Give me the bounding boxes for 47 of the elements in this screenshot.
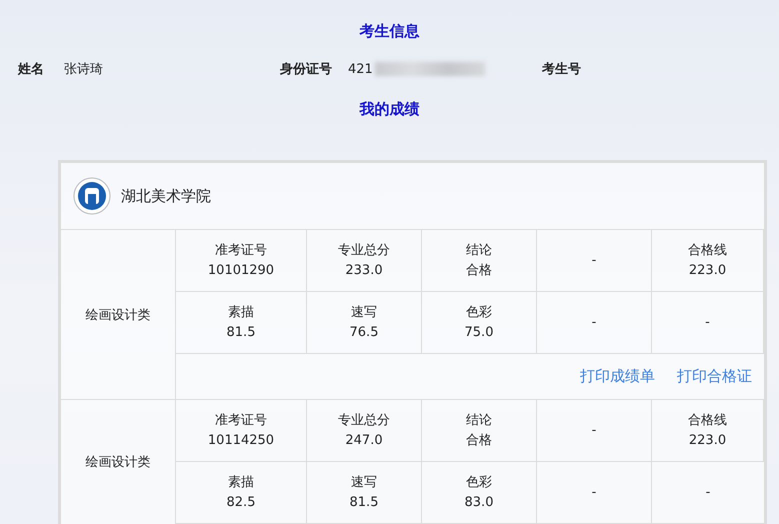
field-value: 421: [348, 62, 373, 76]
score-value: 81.5: [226, 324, 256, 342]
score-value: 合格: [466, 262, 492, 280]
score-value: -: [705, 314, 710, 332]
score-value: -: [706, 484, 710, 502]
score-label: 准考证号: [215, 242, 267, 260]
score-label: 结论: [466, 412, 492, 430]
score-label: 准考证号: [215, 412, 267, 430]
score-label: 色彩: [466, 304, 492, 322]
score-label: 色彩: [466, 474, 492, 492]
score-label: 素描: [228, 304, 254, 322]
score-value: -: [592, 422, 596, 440]
school-logo-icon: [73, 177, 111, 215]
score-value: 合格: [466, 432, 492, 450]
score-label: 结论: [466, 242, 492, 260]
score-value: 76.5: [350, 324, 378, 342]
score-value: 83.0: [464, 494, 494, 512]
score-value: 10114250: [208, 432, 274, 450]
score-value: 223.0: [688, 432, 726, 450]
score-label: 专业总分: [338, 242, 390, 260]
score-value: 82.5: [226, 494, 256, 512]
score-value: 247.0: [345, 432, 383, 450]
section-title: 我的成绩: [360, 100, 420, 118]
field-label: 考生号: [542, 61, 581, 78]
category-label: 绘画设计类: [86, 454, 150, 471]
field-label: 身份证号: [280, 61, 332, 78]
score-label: 素描: [228, 474, 254, 492]
score-value: 233.0: [345, 262, 383, 280]
score-value: -: [592, 314, 596, 332]
print-link[interactable]: 打印合格证: [677, 367, 752, 386]
score-value: 223.0: [688, 262, 726, 280]
field-value: 张诗琦: [64, 61, 103, 78]
category-label: 绘画设计类: [86, 306, 150, 324]
score-label: 速写: [351, 304, 377, 322]
school-name: 湖北美术学院: [121, 186, 211, 206]
score-value: 81.5: [350, 494, 378, 512]
section-title: 考生信息: [360, 22, 420, 40]
score-label: 合格线: [688, 412, 727, 430]
score-value: 75.0: [464, 324, 494, 342]
score-label: 专业总分: [338, 412, 390, 430]
score-label: 合格线: [688, 242, 727, 260]
field-label: 姓名: [18, 61, 44, 78]
score-label: 速写: [351, 474, 377, 492]
score-value: -: [592, 484, 596, 502]
score-value: -: [592, 252, 596, 270]
score-value: 10101290: [208, 262, 274, 280]
print-link[interactable]: 打印成绩单: [580, 367, 655, 386]
